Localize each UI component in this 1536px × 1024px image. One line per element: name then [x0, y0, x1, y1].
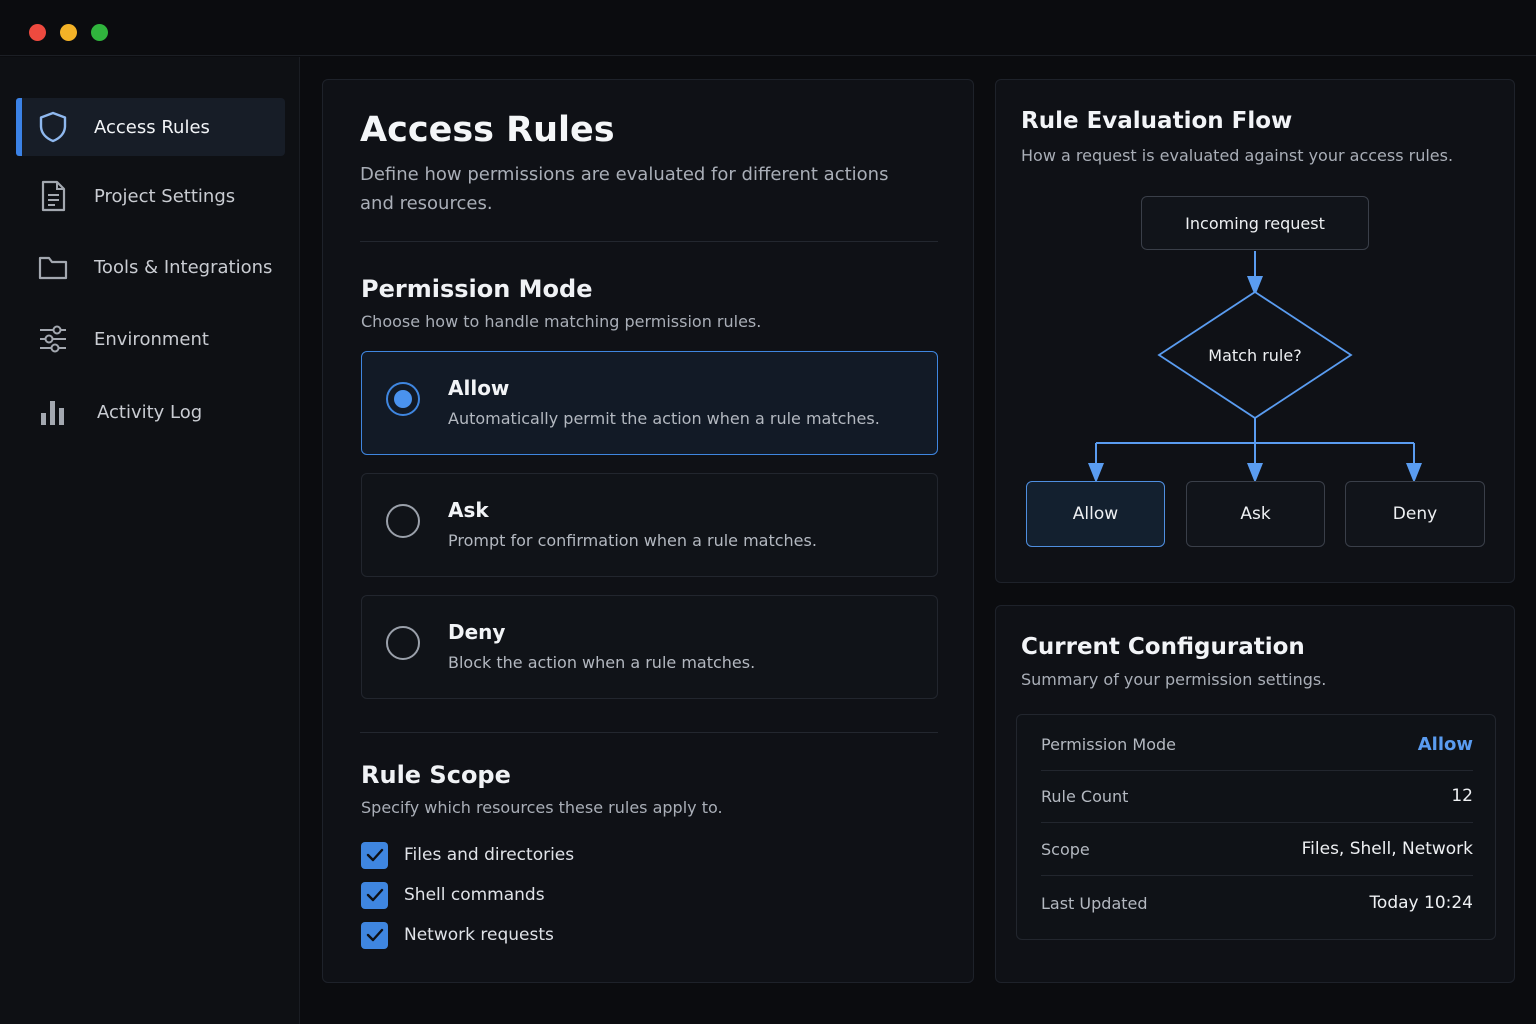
- option-title: Ask: [448, 498, 489, 522]
- checkbox-label: Network requests: [404, 925, 554, 945]
- sliders-icon: [38, 324, 68, 354]
- option-title: Allow: [448, 376, 510, 400]
- scope-checkbox-files[interactable]: Files and directories: [361, 841, 574, 869]
- config-key: Last Updated: [1041, 893, 1148, 913]
- maximize-window-button[interactable]: [91, 24, 108, 41]
- rule-scope-title: Rule Scope: [361, 761, 511, 789]
- config-row-permission-mode: Permission Mode Allow: [1041, 729, 1473, 759]
- sidebar-item-environment[interactable]: Environment: [16, 310, 285, 368]
- option-description: Block the action when a rule matches.: [448, 653, 756, 672]
- sidebar: Access Rules Project Settings Tools & In…: [0, 57, 300, 1024]
- access-rules-panel: Access Rules Define how permissions are …: [322, 79, 974, 983]
- row-divider: [1041, 822, 1473, 823]
- config-summary-table: Permission Mode Allow Rule Count 12 Scop…: [1016, 714, 1496, 940]
- config-subtitle: Summary of your permission settings.: [1021, 670, 1327, 689]
- radio-button-allow[interactable]: [386, 382, 420, 416]
- row-divider: [1041, 770, 1473, 771]
- checkmark-icon: [366, 928, 383, 942]
- permission-mode-subtitle: Choose how to handle matching permission…: [361, 312, 762, 331]
- checkmark-icon: [366, 888, 383, 902]
- sidebar-item-activity-log[interactable]: Activity Log: [16, 383, 285, 441]
- radio-button-ask[interactable]: [386, 504, 420, 538]
- sidebar-item-label: Environment: [94, 328, 209, 350]
- flow-outcome-allow[interactable]: Allow: [1026, 481, 1165, 547]
- sidebar-item-project-settings[interactable]: Project Settings: [16, 167, 285, 225]
- document-icon: [38, 180, 68, 212]
- option-title: Deny: [448, 620, 506, 644]
- permission-option-allow[interactable]: Allow Automatically permit the action wh…: [361, 351, 938, 455]
- config-value: Files, Shell, Network: [1301, 839, 1473, 859]
- flow-node-start: Incoming request: [1141, 196, 1369, 250]
- page-title: Access Rules: [360, 110, 615, 150]
- flow-outcome-ask[interactable]: Ask: [1186, 481, 1325, 547]
- checkbox-label: Shell commands: [404, 885, 545, 905]
- window-titlebar: [0, 0, 1536, 56]
- config-value: Allow: [1417, 733, 1473, 755]
- sidebar-item-tools-integrations[interactable]: Tools & Integrations: [16, 238, 285, 296]
- rule-evaluation-flow-panel: Rule Evaluation Flow How a request is ev…: [995, 79, 1515, 583]
- permission-option-deny[interactable]: Deny Block the action when a rule matche…: [361, 595, 938, 699]
- page-subtitle: Define how permissions are evaluated for…: [360, 164, 889, 214]
- config-key: Scope: [1041, 839, 1090, 859]
- checkmark-icon: [366, 848, 383, 862]
- flow-node-decision-label: Match rule?: [1208, 345, 1302, 365]
- sidebar-item-label: Activity Log: [97, 401, 203, 423]
- config-key: Permission Mode: [1041, 734, 1176, 754]
- config-value: Today 10:24: [1369, 893, 1473, 913]
- section-divider: [360, 241, 938, 242]
- config-row-last-updated: Last Updated Today 10:24: [1041, 888, 1473, 918]
- minimize-window-button[interactable]: [60, 24, 77, 41]
- option-description: Automatically permit the action when a r…: [448, 409, 880, 428]
- option-description: Prompt for confirmation when a rule matc…: [448, 531, 817, 550]
- close-window-button[interactable]: [29, 24, 46, 41]
- checkbox-label: Files and directories: [404, 845, 575, 865]
- row-divider: [1041, 875, 1473, 876]
- scope-checkbox-shell[interactable]: Shell commands: [361, 881, 545, 909]
- config-row-rule-count: Rule Count 12: [1041, 781, 1473, 811]
- rule-scope-subtitle: Specify which resources these rules appl…: [361, 798, 723, 817]
- config-title: Current Configuration: [1021, 634, 1305, 660]
- config-row-scope: Scope Files, Shell, Network: [1041, 834, 1473, 864]
- checkbox-checked[interactable]: [361, 841, 388, 869]
- flow-outcome-deny[interactable]: Deny: [1345, 481, 1485, 547]
- current-configuration-panel: Current Configuration Summary of your pe…: [995, 605, 1515, 983]
- section-divider: [360, 732, 938, 733]
- sidebar-item-access-rules[interactable]: Access Rules: [16, 98, 285, 156]
- bar-chart-icon: [38, 397, 68, 427]
- radio-button-deny[interactable]: [386, 626, 420, 660]
- shield-icon: [38, 111, 68, 143]
- sidebar-item-label: Tools & Integrations: [94, 256, 273, 278]
- permission-mode-title: Permission Mode: [361, 275, 593, 303]
- permission-option-ask[interactable]: Ask Prompt for confirmation when a rule …: [361, 473, 938, 577]
- config-key: Rule Count: [1041, 786, 1129, 806]
- sidebar-item-label: Project Settings: [94, 185, 236, 207]
- folder-icon: [38, 252, 68, 282]
- checkbox-checked[interactable]: [361, 921, 388, 949]
- scope-checkbox-network[interactable]: Network requests: [361, 921, 554, 949]
- sidebar-item-label: Access Rules: [94, 116, 210, 138]
- config-value: 12: [1451, 786, 1473, 806]
- checkbox-checked[interactable]: [361, 881, 388, 909]
